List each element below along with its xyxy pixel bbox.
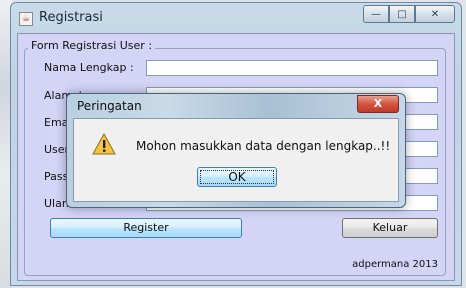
- name-input[interactable]: [146, 60, 438, 76]
- dialog-body: Mohon masukkan data dengan lengkap..!! O…: [73, 118, 399, 202]
- field-label-name: Nama Lengkap :: [44, 61, 134, 74]
- field-label-password: Pass: [44, 170, 69, 183]
- minimize-button[interactable]: —: [363, 5, 389, 23]
- dialog-title: Peringatan: [77, 99, 142, 113]
- java-app-icon: ☕: [19, 12, 33, 26]
- ok-button[interactable]: OK: [197, 167, 277, 187]
- close-button[interactable]: ✕: [415, 5, 455, 23]
- dialog-close-button[interactable]: X: [357, 95, 399, 113]
- maximize-button[interactable]: □: [389, 5, 415, 23]
- warning-icon: [92, 133, 116, 155]
- window-title: Registrasi: [39, 10, 103, 25]
- warning-dialog: Peringatan X Mohon masukkan data dengan …: [66, 93, 406, 208]
- register-button[interactable]: Register: [50, 218, 242, 238]
- window-controls: — □ ✕: [363, 5, 455, 23]
- dialog-message: Mohon masukkan data dengan lengkap..!!: [136, 139, 391, 153]
- exit-button[interactable]: Keluar: [342, 218, 438, 238]
- groupbox-legend: Form Registrasi User :: [28, 39, 156, 52]
- title-bar[interactable]: ☕ Registrasi — □ ✕: [11, 3, 461, 33]
- footer-credit: adpermana 2013: [352, 259, 438, 270]
